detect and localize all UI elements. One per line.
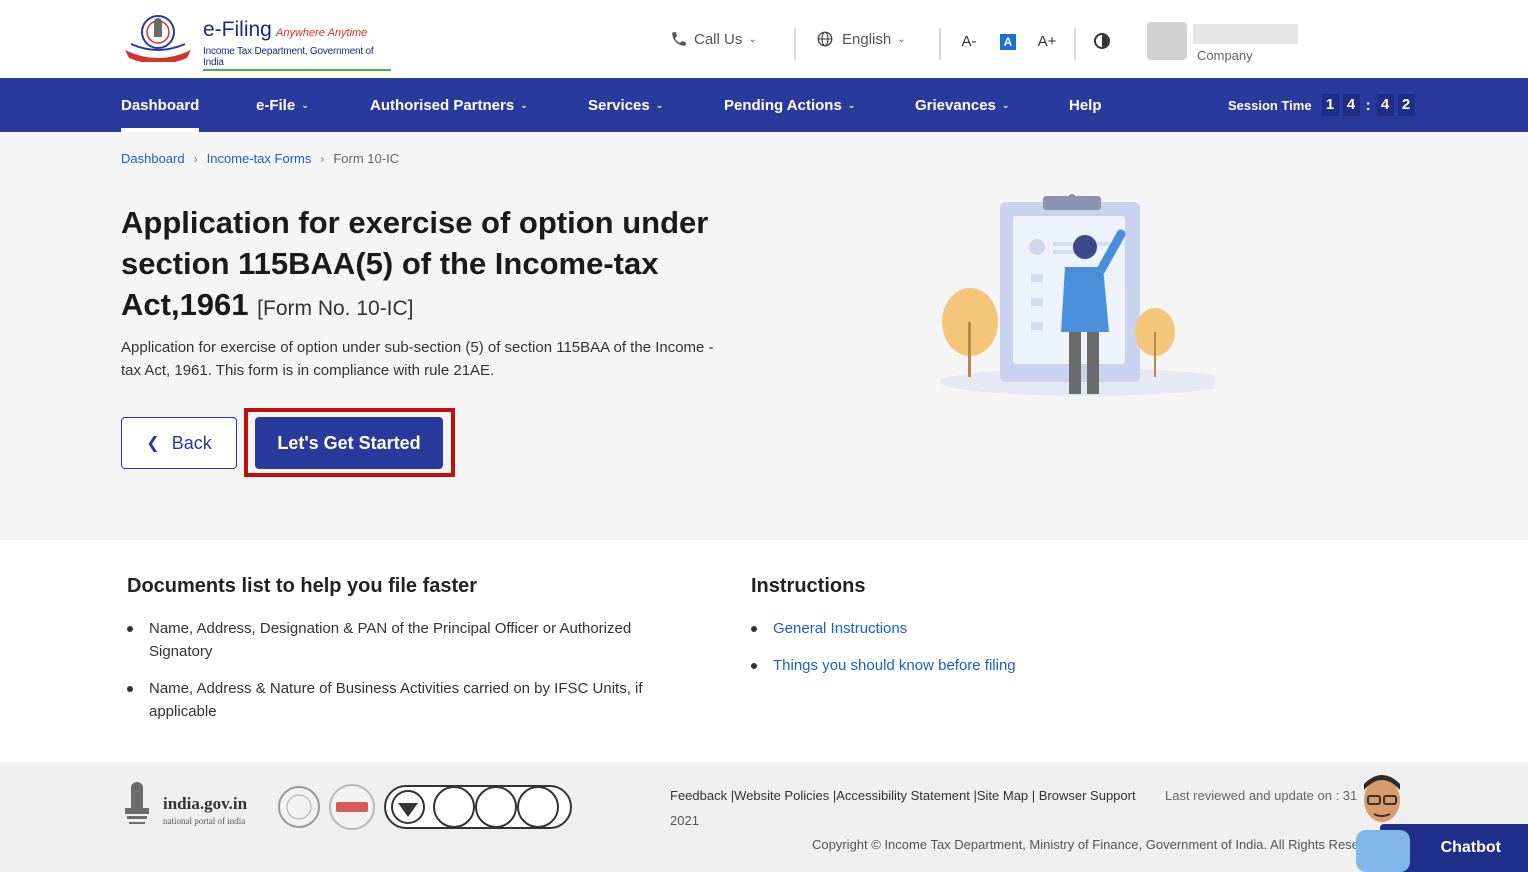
clipboard-illustration	[940, 194, 1215, 396]
documents-list: Name, Address, Designation & PAN of the …	[127, 617, 687, 737]
user-role: Company	[1197, 48, 1253, 63]
chevron-left-icon: ❮	[146, 435, 160, 452]
chevron-down-icon: ⌄	[847, 99, 856, 110]
form-number: [Form No. 10-IC]	[257, 297, 414, 320]
emblem-icon	[125, 15, 191, 62]
nav-pending-actions[interactable]: Pending Actions ⌄	[724, 78, 855, 132]
chevron-down-icon: ⌄	[897, 33, 906, 45]
divider	[794, 28, 796, 60]
breadcrumb-dashboard[interactable]: Dashboard	[121, 151, 185, 166]
session-digit: 4	[1342, 94, 1360, 116]
font-increase-button[interactable]: A+	[1036, 31, 1058, 51]
breadcrumb: Dashboard › Income-tax Forms › Form 10-I…	[121, 151, 399, 166]
instructions-heading: Instructions	[751, 575, 866, 597]
lets-get-started-button[interactable]: Let's Get Started	[255, 417, 443, 469]
logo-tagline: Anywhere Anytime	[276, 27, 368, 39]
nav-label: Help	[1069, 96, 1102, 114]
back-label: Back	[171, 432, 212, 453]
font-decrease-button[interactable]: A-	[958, 31, 980, 51]
list-item: General Instructions	[751, 617, 1151, 640]
session-digit: 2	[1397, 94, 1415, 116]
session-digit: 4	[1376, 94, 1394, 116]
breadcrumb-separator: ›	[320, 151, 325, 166]
list-item: Name, Address, Designation & PAN of the …	[127, 617, 687, 663]
chevron-down-icon: ⌄	[748, 33, 757, 45]
chatbot-avatar-icon[interactable]	[1346, 770, 1420, 872]
breadcrumb-current: Form 10-IC	[333, 151, 400, 166]
font-normal-button[interactable]: A	[1000, 34, 1016, 50]
nav-authorised-partners[interactable]: Authorised Partners ⌄	[370, 78, 528, 132]
language-dropdown[interactable]: English ⌄	[816, 30, 906, 48]
breadcrumb-separator: ›	[193, 151, 198, 166]
page-title-text: Application for exercise of option under…	[121, 205, 709, 322]
footer: india.gov.in national portal of india Fe…	[0, 762, 1528, 872]
phone-icon	[672, 32, 686, 46]
page-title: Application for exercise of option under…	[121, 202, 761, 329]
chevron-down-icon: ⌄	[655, 99, 664, 110]
india-gov-subtitle: national portal of india	[163, 816, 246, 826]
session-colon: :	[1365, 96, 1371, 114]
list-item: Name, Address & Nature of Business Activ…	[127, 677, 687, 723]
nav-e-file[interactable]: e-File ⌄	[256, 78, 309, 132]
national-emblem-icon	[125, 782, 149, 824]
efiling-logo[interactable]: e-Filing Anywhere Anytime Income Tax Dep…	[121, 12, 391, 71]
divider	[939, 28, 941, 60]
call-us-label: Call Us	[694, 30, 743, 48]
last-reviewed: Last reviewed and update on : 31	[1165, 788, 1358, 803]
nav-label: Authorised Partners	[370, 96, 515, 114]
copyright: Copyright © Income Tax Department, Minis…	[812, 837, 1360, 852]
last-reviewed-year: 2021	[670, 813, 699, 828]
globe-icon	[817, 31, 833, 47]
chevron-down-icon: ⌄	[1001, 99, 1010, 110]
top-header: e-Filing Anywhere Anytime Income Tax Dep…	[0, 0, 1528, 78]
session-timer: Session Time 1 4 : 4 2	[1228, 78, 1415, 132]
logo-subtitle: Income Tax Department, Government of Ind…	[203, 46, 391, 71]
nav-services[interactable]: Services ⌄	[588, 78, 663, 132]
page-description: Application for exercise of option under…	[121, 339, 714, 379]
footer-links[interactable]: Feedback |Website Policies |Accessibilit…	[670, 788, 1136, 803]
breadcrumb-income-tax-forms[interactable]: Income-tax Forms	[207, 151, 312, 166]
things-to-know-link[interactable]: Things you should know before filing	[773, 657, 1016, 674]
back-button[interactable]: ❮ Back	[121, 417, 237, 469]
general-instructions-link[interactable]: General Instructions	[773, 620, 907, 637]
nav-help[interactable]: Help	[1069, 78, 1102, 132]
chevron-down-icon: ⌄	[301, 99, 309, 110]
list-item: Things you should know before filing	[751, 654, 1151, 677]
logo-title: e-Filing	[203, 18, 272, 41]
username-redacted	[1193, 24, 1298, 44]
nav-label: Pending Actions	[724, 96, 842, 114]
iso-certification-icon	[384, 785, 572, 829]
nav-grievances[interactable]: Grievances ⌄	[915, 78, 1009, 132]
form-hero: Dashboard › Income-tax Forms › Form 10-I…	[0, 132, 1528, 540]
footer-logos: india.gov.in national portal of india	[121, 782, 581, 838]
nav-label: Grievances	[915, 96, 996, 114]
session-digit: 1	[1321, 94, 1339, 116]
india-gov-title[interactable]: india.gov.in	[163, 794, 247, 814]
session-label: Session Time	[1228, 97, 1312, 113]
documents-heading: Documents list to help you file faster	[127, 575, 478, 597]
entrust-badge-icon	[329, 784, 375, 830]
cqw-badge-icon	[278, 786, 320, 828]
call-us-dropdown[interactable]: Call Us ⌄	[670, 30, 757, 48]
divider	[1074, 28, 1076, 60]
contrast-toggle-icon[interactable]	[1094, 33, 1110, 49]
language-label: English	[842, 30, 892, 48]
nav-label: Services	[588, 96, 650, 114]
avatar[interactable]	[1147, 22, 1187, 60]
main-nav: Dashboard e-File ⌄ Authorised Partners ⌄ S…	[0, 78, 1528, 132]
nav-dashboard[interactable]: Dashboard	[121, 78, 200, 132]
info-section: Documents list to help you file faster N…	[0, 540, 1528, 762]
nav-label: e-File	[256, 96, 296, 114]
instructions-list: General Instructions Things you should k…	[751, 617, 1151, 691]
chevron-down-icon: ⌄	[520, 99, 528, 110]
nav-label: Dashboard	[121, 96, 200, 114]
